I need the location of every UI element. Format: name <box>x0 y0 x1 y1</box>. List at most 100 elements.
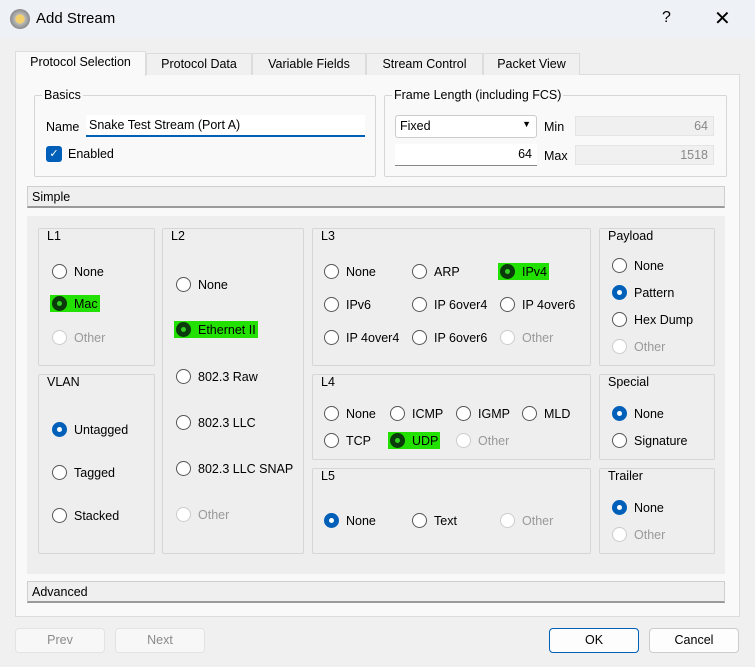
cancel-button[interactable]: Cancel <box>649 628 739 653</box>
payload-radio-none[interactable]: None <box>610 257 666 274</box>
radio-label: MLD <box>544 406 571 421</box>
radio-circle-icon <box>176 461 191 476</box>
help-button[interactable]: ? <box>662 9 671 27</box>
radio-circle-icon <box>500 297 515 312</box>
radio-circle-icon <box>612 339 627 354</box>
enabled-checkbox[interactable]: ✓ <box>46 146 62 162</box>
tab-variable-fields[interactable]: Variable Fields <box>252 53 366 75</box>
radio-label: IPv4 <box>522 264 548 279</box>
advanced-section-header[interactable]: Advanced <box>27 581 725 603</box>
radio-label: IPv6 <box>346 297 372 312</box>
radio-circle-icon <box>324 433 339 448</box>
tab-stream-control[interactable]: Stream Control <box>366 53 483 75</box>
tab-protocol-data[interactable]: Protocol Data <box>146 53 252 75</box>
payload-radio-hex-dump[interactable]: Hex Dump <box>610 311 695 328</box>
app-gear-icon <box>10 9 30 29</box>
l3-radio-ipv6[interactable]: IPv6 <box>322 296 373 313</box>
special-radio-none[interactable]: None <box>610 405 666 422</box>
l3-radio-arp[interactable]: ARP <box>410 263 462 280</box>
radio-circle-icon <box>52 330 67 345</box>
vlan-radio-untagged[interactable]: Untagged <box>50 421 130 438</box>
radio-label: Hex Dump <box>634 312 694 327</box>
l5-radio-text[interactable]: Text <box>410 512 459 529</box>
l1-radio-other: Other <box>50 329 107 346</box>
simple-section-header[interactable]: Simple <box>27 186 725 208</box>
radio-label: Other <box>634 527 666 542</box>
tab-packet-view[interactable]: Packet View <box>483 53 580 75</box>
radio-label: TCP <box>346 433 371 448</box>
l4-radio-none[interactable]: None <box>322 405 378 422</box>
l3-radio-ip-6over4[interactable]: IP 6over4 <box>410 296 489 313</box>
max-label: Max <box>544 149 568 163</box>
radio-circle-icon <box>456 433 471 448</box>
l1-radio-none[interactable]: None <box>50 263 106 280</box>
ok-button[interactable]: OK <box>549 628 639 653</box>
radio-circle-icon <box>324 297 339 312</box>
window-title: Add Stream <box>36 10 116 27</box>
l3-radio-ip-4over4[interactable]: IP 4over4 <box>322 329 401 346</box>
radio-label: Mac <box>74 296 98 311</box>
radio-label: Other <box>522 330 554 345</box>
radio-label: 802.3 Raw <box>198 369 258 384</box>
l2-group-title: L2 <box>171 229 185 243</box>
close-button[interactable]: ✕ <box>714 6 731 31</box>
radio-label: None <box>74 264 104 279</box>
trailer-radio-none[interactable]: None <box>610 499 666 516</box>
max-field: 1518 <box>575 145 714 165</box>
frame-mode-select[interactable]: Fixed ▼ <box>395 115 537 138</box>
l2-radio-802-3-llc[interactable]: 802.3 LLC <box>174 414 258 431</box>
l3-radio-ip-6over6[interactable]: IP 6over6 <box>410 329 489 346</box>
radio-label: None <box>346 406 376 421</box>
radio-circle-icon <box>412 330 427 345</box>
name-label: Name <box>46 120 80 134</box>
radio-label: Signature <box>634 433 688 448</box>
vlan-radio-tagged[interactable]: Tagged <box>50 464 117 481</box>
l4-radio-mld[interactable]: MLD <box>520 405 572 422</box>
special-radio-signature[interactable]: Signature <box>610 432 690 449</box>
l5-group <box>312 468 591 554</box>
radio-circle-icon <box>612 406 627 421</box>
radio-label: ARP <box>434 264 460 279</box>
l3-radio-none[interactable]: None <box>322 263 378 280</box>
radio-label: IGMP <box>478 406 510 421</box>
payload-radio-pattern[interactable]: Pattern <box>610 284 676 301</box>
l3-radio-ipv4[interactable]: IPv4 <box>498 263 550 280</box>
enabled-label: Enabled <box>68 147 114 161</box>
radio-label: None <box>346 264 376 279</box>
l5-radio-other: Other <box>498 512 555 529</box>
frame-length-title: Frame Length (including FCS) <box>392 88 564 102</box>
l4-group-title: L4 <box>321 375 335 389</box>
prev-button[interactable]: Prev <box>15 628 105 653</box>
l4-radio-tcp[interactable]: TCP <box>322 432 373 449</box>
next-button[interactable]: Next <box>115 628 205 653</box>
l4-radio-igmp[interactable]: IGMP <box>454 405 512 422</box>
radio-label: IP 6over4 <box>434 297 488 312</box>
name-input[interactable] <box>86 115 365 137</box>
radio-label: None <box>198 277 228 292</box>
radio-label: IP 4over6 <box>522 297 576 312</box>
l2-radio-ethernet-ii[interactable]: Ethernet II <box>174 321 258 338</box>
radio-circle-icon <box>500 513 515 528</box>
l3-radio-ip-4over6[interactable]: IP 4over6 <box>498 296 577 313</box>
special-group-title: Special <box>608 375 649 389</box>
payload-radio-other: Other <box>610 338 667 355</box>
radio-circle-icon <box>324 330 339 345</box>
l4-radio-udp[interactable]: UDP <box>388 432 441 449</box>
l4-radio-icmp[interactable]: ICMP <box>388 405 445 422</box>
l2-radio-none[interactable]: None <box>174 276 230 293</box>
l1-radio-mac[interactable]: Mac <box>50 295 100 312</box>
l2-radio-802-3-llc-snap[interactable]: 802.3 LLC SNAP <box>174 460 295 477</box>
radio-circle-icon <box>176 277 191 292</box>
l2-radio-802-3-raw[interactable]: 802.3 Raw <box>174 368 260 385</box>
frame-length-input[interactable]: 64 <box>395 144 537 166</box>
radio-label: ICMP <box>412 406 444 421</box>
payload-group-title: Payload <box>608 229 654 243</box>
l5-radio-none[interactable]: None <box>322 512 378 529</box>
tab-protocol-selection[interactable]: Protocol Selection <box>15 51 146 76</box>
radio-circle-icon <box>412 264 427 279</box>
radio-label: IP 6over6 <box>434 330 488 345</box>
vlan-radio-stacked[interactable]: Stacked <box>50 507 121 524</box>
radio-label: None <box>634 258 664 273</box>
radio-label: Other <box>522 513 554 528</box>
min-label: Min <box>544 120 565 134</box>
